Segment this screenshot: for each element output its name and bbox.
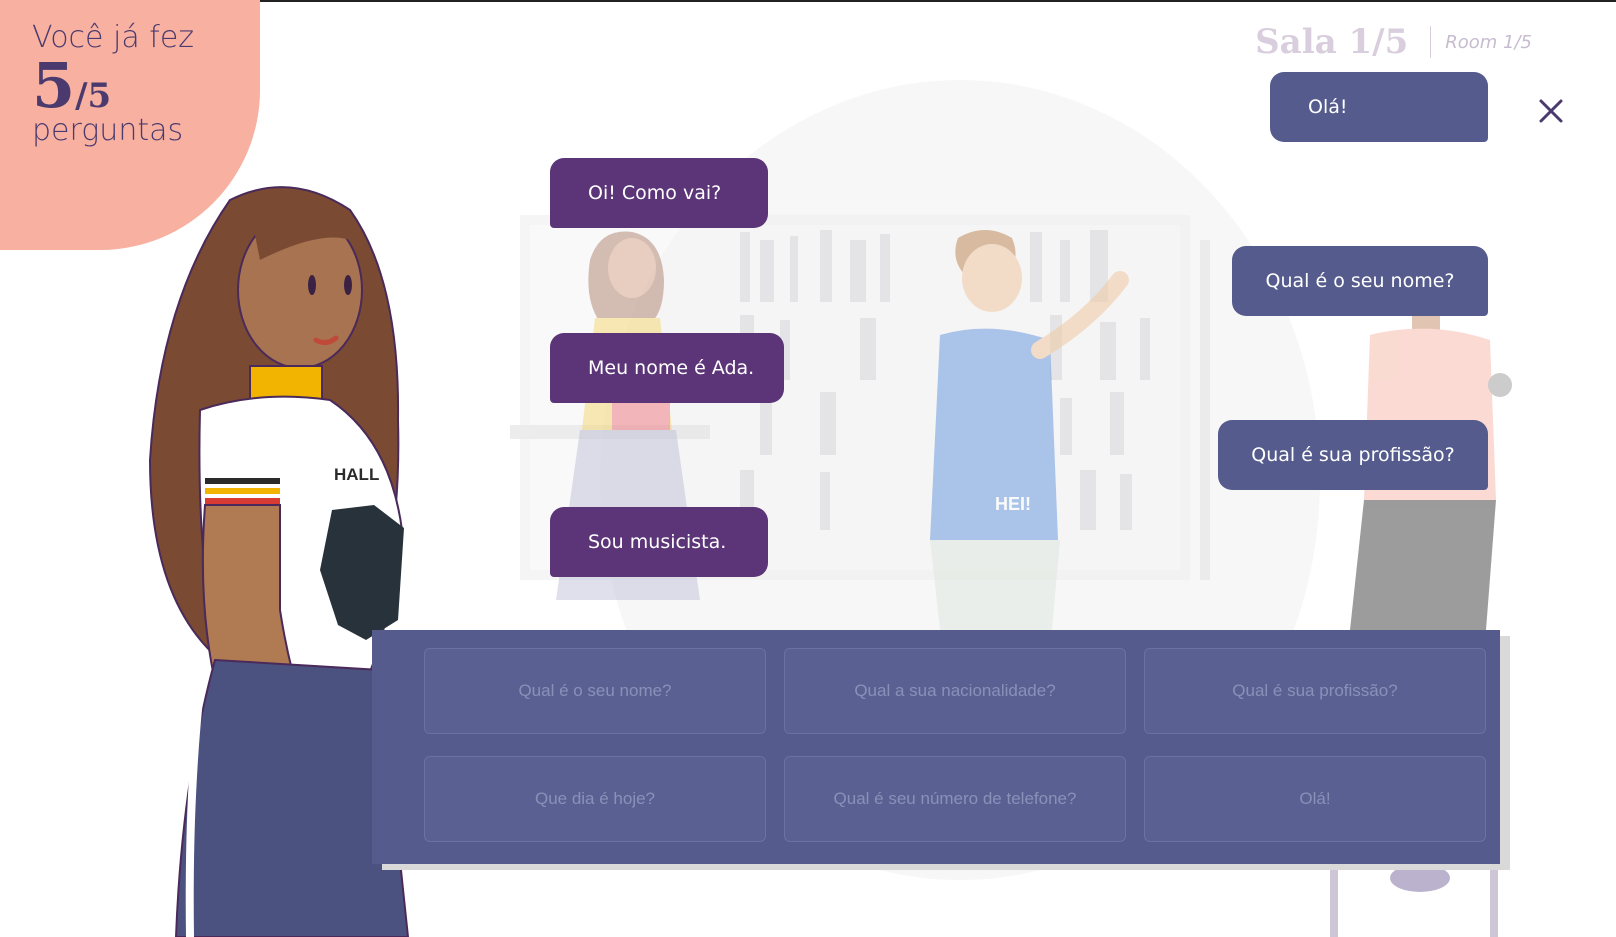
question-option[interactable]: Qual é sua profissão? <box>1144 648 1486 734</box>
foreground-woman: HALL <box>148 186 410 937</box>
question-option[interactable]: Olá! <box>1144 756 1486 842</box>
room-label-pt: Sala 1/5 <box>1255 22 1409 62</box>
question-option[interactable]: Que dia é hoje? <box>424 756 766 842</box>
dialog-bubble-user: Qual é sua profissão? <box>1218 420 1488 490</box>
question-option[interactable]: Qual é seu número de telefone? <box>784 756 1126 842</box>
shirt-text-back: HEI! <box>995 494 1031 514</box>
question-option[interactable]: Qual a sua nacionalidade? <box>784 648 1126 734</box>
dialog-bubble-ada: Meu nome é Ada. <box>550 333 784 403</box>
dialog-bubble-user: Qual é o seu nome? <box>1232 246 1488 316</box>
question-option[interactable]: Qual é o seu nome? <box>424 648 766 734</box>
progress-count: 5 <box>32 49 76 122</box>
dialog-bubble-ada: Sou musicista. <box>550 507 768 577</box>
shirt-text-front: HALL <box>334 465 379 484</box>
room-indicator: Sala 1/5 Room 1/5 <box>1255 22 1532 62</box>
close-button[interactable] <box>1536 96 1566 126</box>
close-icon <box>1539 99 1563 123</box>
dialog-bubble-user: Olá! <box>1270 72 1488 142</box>
question-options-panel: Qual é o seu nome? Qual a sua nacionalid… <box>372 630 1500 864</box>
progress-suffix: perguntas <box>32 113 184 148</box>
room-label-en: Room 1/5 <box>1445 31 1532 53</box>
room-divider <box>1430 26 1432 58</box>
dialog-bubble-ada: Oi! Como vai? <box>550 158 768 228</box>
progress-counter: Você já fez 5/5 perguntas <box>32 20 194 148</box>
progress-total: /5 <box>75 76 112 116</box>
